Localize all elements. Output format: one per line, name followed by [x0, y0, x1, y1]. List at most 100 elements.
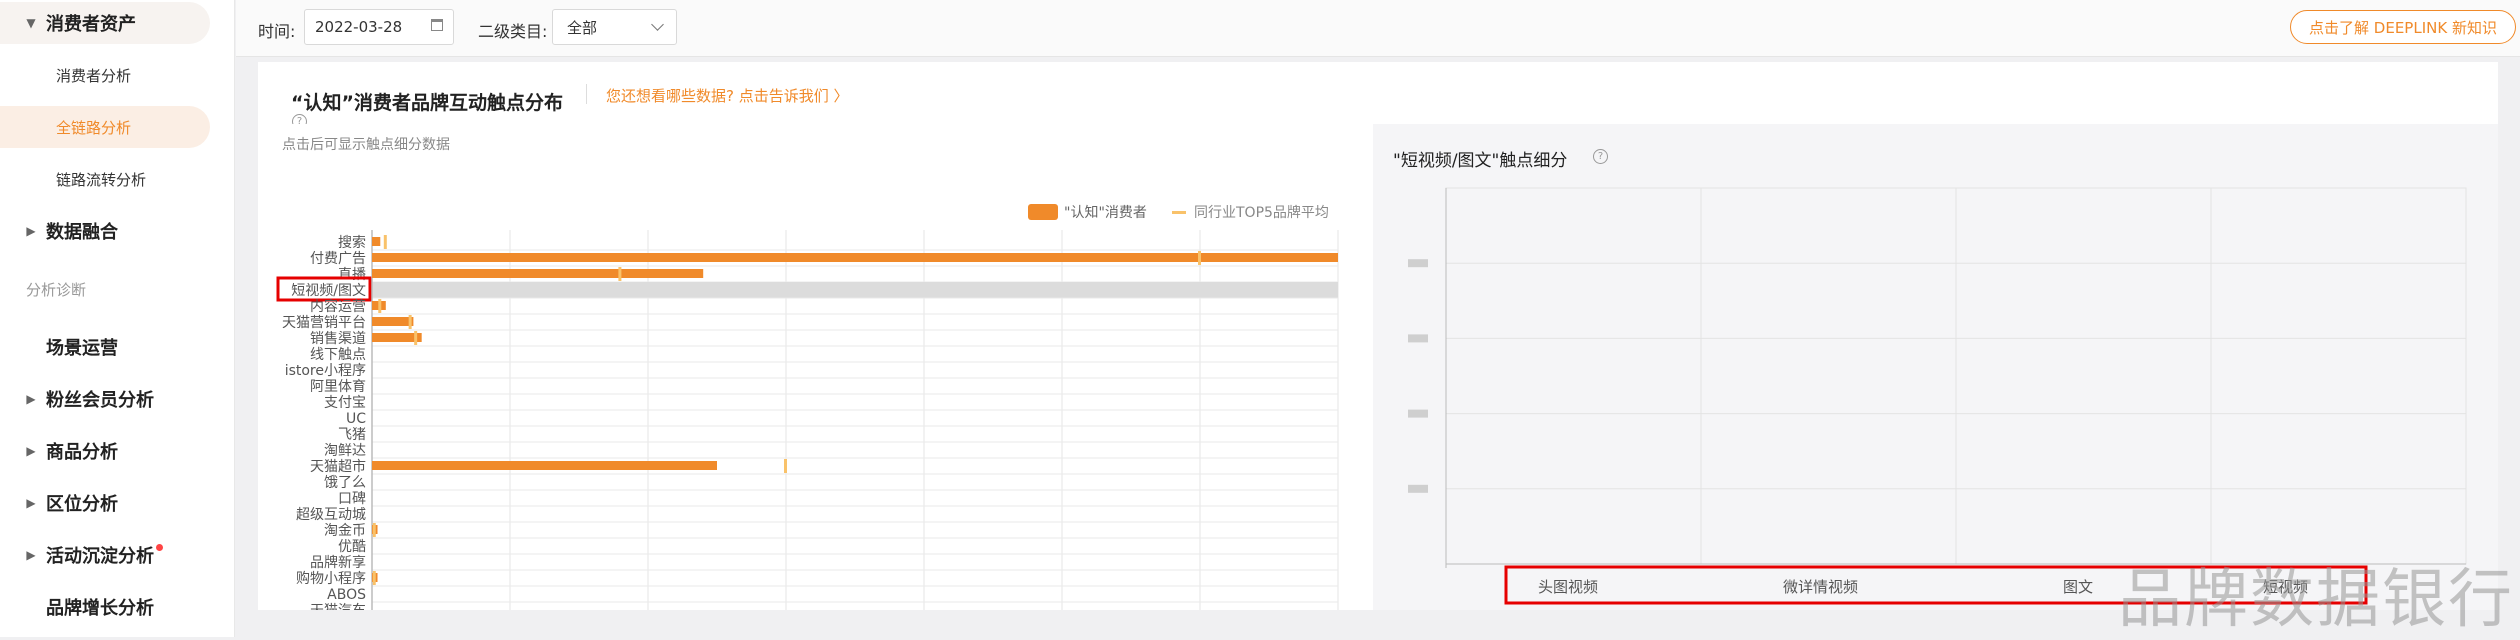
bar-consumer[interactable] [372, 237, 381, 246]
sidebar-item-label: 消费者资产 [46, 14, 136, 35]
category-label[interactable]: 付费广告 [310, 251, 366, 267]
category-label[interactable]: 天猫营销平台 [282, 315, 366, 331]
bar-industry-marker[interactable] [414, 331, 418, 345]
category-label[interactable]: 淘鲜达 [324, 443, 366, 459]
highlight-row[interactable] [372, 282, 1338, 298]
bar-industry-marker[interactable] [784, 459, 787, 473]
touchpoint-bar-chart: 点击后可显示触点细分数据 "认知"消费者 同行业TOP5品牌平均 搜索 付费广告 直播短… [258, 124, 1373, 610]
sidebar-section-text: 分析诊断 [26, 280, 87, 299]
category-label[interactable]: 销售渠道 [310, 331, 366, 347]
category-label[interactable]: ABOS [327, 587, 366, 603]
y-tick-label [1408, 484, 1428, 493]
bar-industry-marker[interactable] [408, 315, 412, 329]
bar-chart-svg: "认知"消费者 同行业TOP5品牌平均搜索付费广告直播短视频/图文内容运营天猫营销… [276, 204, 1339, 610]
category-label[interactable]: 品牌新享 [310, 554, 366, 571]
date-value: 2022-03-28 [315, 18, 403, 36]
category-label[interactable]: 购物小程序 [296, 571, 366, 587]
y-tick-label [1408, 259, 1428, 268]
bar-industry-marker[interactable] [372, 523, 376, 537]
category-label[interactable]: 支付宝 [324, 395, 366, 411]
divider [586, 84, 587, 104]
time-label: 时间: [258, 22, 296, 41]
watermark-text: 品牌数据银行 [2118, 563, 2514, 637]
caret-right-icon: ▶ [26, 444, 36, 458]
sidebar-item-label: 活动沉淀分析 [46, 546, 154, 567]
bar-consumer[interactable] [372, 317, 414, 326]
category-select[interactable]: 全部 [552, 9, 677, 45]
sidebar-item-label: 全链路分析 [56, 118, 132, 137]
detail-chart-svg: 头图视频 微详情视频 图文 短视频 [1408, 187, 2467, 605]
sidebar-item-label: 品牌增长分析 [46, 598, 154, 619]
sidebar-item-label: 消费者分析 [56, 66, 132, 85]
bar-consumer[interactable] [372, 461, 717, 470]
legend-swatch-industry [1172, 211, 1186, 214]
panel-title: “认知”消费者品牌互动触点分布 [291, 92, 563, 114]
category-label[interactable]: 直播 [338, 266, 366, 283]
x-category-label[interactable]: 微详情视频 [1783, 578, 1858, 596]
chevron-down-icon [651, 18, 664, 31]
feedback-link[interactable]: 您还想看哪些数据? 点击告诉我们 〉 [606, 85, 849, 106]
legend-label-industry: 同行业TOP5品牌平均 [1194, 204, 1329, 221]
bar-consumer[interactable] [372, 269, 704, 278]
sidebar-item-label: 场景运营 [46, 338, 118, 359]
y-tick-label [1408, 334, 1428, 343]
caret-down-icon: ▼ [26, 16, 36, 30]
bar-industry-marker[interactable] [1198, 251, 1201, 265]
x-category-label[interactable]: 头图视频 [1538, 578, 1598, 596]
calendar-icon [431, 19, 443, 31]
y-tick-label [1408, 409, 1428, 418]
category-label[interactable]: 天猫汽车 [310, 602, 366, 610]
category-label[interactable]: 优酷 [338, 539, 366, 555]
legend-swatch-consumer [1028, 204, 1058, 220]
sidebar-item-brand-growth[interactable]: 品牌增长分析 [0, 586, 210, 628]
category-label[interactable]: 天猫超市 [310, 458, 366, 475]
sidebar-item-label: 粉丝会员分析 [46, 390, 154, 411]
sidebar-item-link-flow-analysis[interactable]: 链路流转分析 [0, 158, 210, 200]
x-category-label[interactable]: 图文 [2063, 578, 2093, 596]
sidebar-item-location-analysis[interactable]: ▶ 区位分析 [0, 482, 210, 524]
category-label[interactable]: 线下触点 [310, 347, 366, 363]
category-label[interactable]: 飞猪 [338, 427, 366, 443]
sidebar-item-label: 链路流转分析 [56, 170, 147, 189]
sidebar: ▼ 消费者资产 消费者分析 全链路分析 链路流转分析 ▶ 数据融合 分析诊断 场… [0, 0, 235, 637]
category-label[interactable]: 内容运营 [310, 298, 366, 315]
category-value: 全部 [567, 18, 598, 37]
sidebar-item-scene-ops[interactable]: 场景运营 [0, 326, 210, 368]
sidebar-item-consumer-analysis[interactable]: 消费者分析 [0, 54, 210, 96]
notification-dot-icon [156, 543, 163, 551]
sidebar-item-consumer-assets[interactable]: ▼ 消费者资产 [0, 2, 210, 44]
category-label[interactable]: 阿里体育 [310, 379, 366, 395]
caret-right-icon: ▶ [26, 392, 36, 406]
sidebar-item-campaign-analysis[interactable]: ▶ 活动沉淀分析 [0, 534, 210, 576]
category-label[interactable]: 搜索 [338, 234, 366, 251]
category-label[interactable]: 短视频/图文 [291, 283, 366, 299]
category-label[interactable]: 淘金币 [324, 523, 366, 539]
caret-right-icon: ▶ [26, 224, 36, 238]
touchpoint-detail-chart: "短视频/图文"触点细分 ? 头图视频 微详情视频 图文 短视频 [1373, 124, 2498, 610]
filter-bar: 时间: 2022-03-28 二级类目: 全部 点击了解 DEEPLINK 新知… [236, 0, 2520, 57]
category-label[interactable]: 超级互动城 [296, 507, 366, 523]
sidebar-item-data-fusion[interactable]: ▶ 数据融合 [0, 210, 210, 252]
bar-industry-marker[interactable] [618, 267, 622, 281]
legend-label-consumer: "认知"消费者 [1064, 204, 1147, 221]
touchpoint-panel: “认知”消费者品牌互动触点分布 ? 您还想看哪些数据? 点击告诉我们 〉 点击后… [258, 62, 2498, 610]
bar-consumer[interactable] [372, 253, 1338, 262]
caret-right-icon: ▶ [26, 496, 36, 510]
category-label[interactable]: istore小程序 [285, 363, 366, 379]
bar-industry-marker[interactable] [378, 299, 382, 313]
sidebar-item-product-analysis[interactable]: ▶ 商品分析 [0, 430, 210, 472]
category-label[interactable]: 口碑 [338, 491, 366, 507]
sidebar-section-label: 分析诊断 [0, 268, 210, 310]
sidebar-item-fan-member-analysis[interactable]: ▶ 粉丝会员分析 [0, 378, 210, 420]
sidebar-item-full-link-analysis[interactable]: 全链路分析 [0, 106, 210, 148]
sidebar-item-label: 区位分析 [46, 494, 118, 515]
sidebar-item-label: 商品分析 [46, 442, 118, 463]
bar-industry-marker[interactable] [372, 571, 376, 585]
deeplink-button[interactable]: 点击了解 DEEPLINK 新知识 [2290, 10, 2516, 44]
category-label: 二级类目: [478, 22, 548, 41]
sidebar-item-label: 数据融合 [46, 222, 118, 243]
bar-industry-marker[interactable] [383, 235, 387, 249]
category-label[interactable]: 饿了么 [324, 475, 366, 491]
category-label[interactable]: UC [346, 411, 366, 427]
date-picker[interactable]: 2022-03-28 [304, 9, 454, 45]
